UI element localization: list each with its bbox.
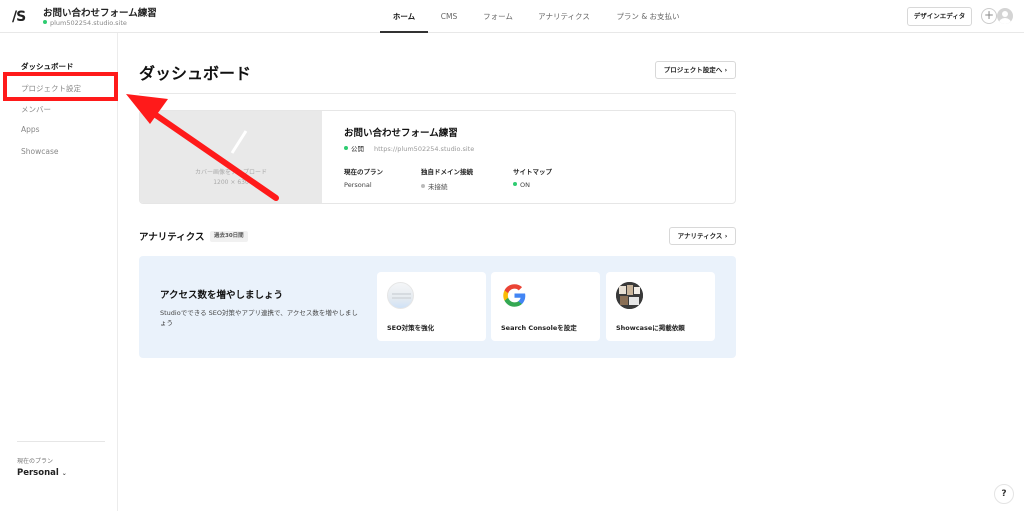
analytics-section-title: アナリティクス xyxy=(139,232,205,243)
chevron-right-icon: › xyxy=(724,232,728,240)
page-title: ダッシュボード xyxy=(139,64,252,83)
sidebar-item-dashboard[interactable]: ダッシュボード xyxy=(21,61,74,72)
search-console-card-label: Search Consoleを設定 xyxy=(501,324,577,332)
promo-description: Studioでできる SEO対策やアプリ連携で、アクセス数を増やしましょう xyxy=(160,309,358,327)
annotation-highlight-box xyxy=(3,72,118,101)
period-badge: 過去30日間 xyxy=(210,231,248,242)
info-label-domain: 独自ドメイン接続 xyxy=(421,168,473,176)
analytics-button[interactable]: アナリティクス › xyxy=(669,227,736,245)
seo-card-label: SEO対策を強化 xyxy=(387,324,435,332)
publish-status-label: 公開 xyxy=(351,145,364,153)
cover-upload-area[interactable]: カバー画像をアップロード 1200 × 630 xyxy=(140,111,322,203)
info-label-sitemap: サイトマップ xyxy=(513,168,552,176)
sidebar: ダッシュボード プロジェクト設定 メンバー Apps Showcase 現在のプ… xyxy=(0,33,118,511)
showcase-card-label: Showcaseに掲載依頼 xyxy=(616,324,685,332)
analytics-button-label: アナリティクス xyxy=(677,232,723,240)
status-dot-icon xyxy=(513,182,517,186)
plus-icon[interactable]: + xyxy=(981,8,997,24)
info-value-plan: Personal xyxy=(344,181,372,189)
studio-logo[interactable]: /S xyxy=(12,9,26,25)
showcase-icon xyxy=(616,282,643,309)
chevron-down-icon: ⌄ xyxy=(61,470,67,477)
sitemap-status-text: ON xyxy=(520,181,530,189)
project-title[interactable]: お問い合わせフォーム練習 xyxy=(43,5,157,19)
top-header: /S お問い合わせフォーム練習 ⌄ plum502254.studio.site… xyxy=(0,0,1024,33)
plan-selector[interactable]: Personal ⌄ xyxy=(17,468,67,478)
search-console-card[interactable]: Search Consoleを設定 xyxy=(491,272,600,341)
cover-upload-text: カバー画像をアップロード 1200 × 630 xyxy=(140,168,322,188)
status-dot-icon xyxy=(344,146,348,150)
publish-status: 公開 https://plum502254.studio.site xyxy=(344,143,474,153)
sidebar-item-apps[interactable]: Apps xyxy=(21,125,40,134)
cover-upload-label: カバー画像をアップロード xyxy=(194,169,267,176)
sidebar-item-showcase[interactable]: Showcase xyxy=(21,147,58,156)
sidebar-item-members[interactable]: メンバー xyxy=(21,104,51,115)
promo-panel: アクセス数を増やしましょう Studioでできる SEO対策やアプリ連携で、アク… xyxy=(139,256,736,358)
cover-placeholder-icon xyxy=(230,130,248,154)
plan-label: 現在のプラン xyxy=(17,458,54,465)
tab-cms[interactable]: CMS xyxy=(432,0,466,33)
domain-status-text: 未接続 xyxy=(428,183,448,191)
site-url-link[interactable]: https://plum502254.studio.site xyxy=(374,145,474,153)
plan-value: Personal xyxy=(17,468,59,478)
card-project-title: お問い合わせフォーム練習 xyxy=(344,128,458,139)
showcase-card[interactable]: Showcaseに掲載依頼 xyxy=(606,272,715,341)
chevron-down-icon[interactable]: ⌄ xyxy=(146,10,152,18)
google-icon xyxy=(503,284,526,307)
seo-card[interactable]: SEO対策を強化 xyxy=(377,272,486,341)
help-icon[interactable]: ? xyxy=(994,484,1014,504)
project-url: plum502254.studio.site xyxy=(43,19,127,27)
info-value-sitemap: ON xyxy=(513,181,530,189)
sidebar-divider xyxy=(17,441,105,442)
tab-home[interactable]: ホーム xyxy=(380,0,428,33)
tab-analytics[interactable]: アナリティクス xyxy=(530,0,598,33)
info-label-plan: 現在のプラン xyxy=(344,168,383,176)
tab-forms[interactable]: フォーム xyxy=(476,0,520,33)
avatar[interactable] xyxy=(997,8,1013,24)
project-url-text: plum502254.studio.site xyxy=(50,19,127,27)
status-dot-icon xyxy=(421,184,425,188)
cover-size-label: 1200 × 630 xyxy=(213,179,249,186)
tab-plan-billing[interactable]: プラン & お支払い xyxy=(608,0,688,33)
status-dot-icon xyxy=(43,20,47,24)
seo-icon xyxy=(387,282,414,309)
info-value-domain: 未接続 xyxy=(421,181,448,191)
promo-title: アクセス数を増やしましょう xyxy=(160,290,284,301)
project-settings-button-label: プロジェクト設定へ xyxy=(663,66,723,74)
project-settings-button[interactable]: プロジェクト設定へ › xyxy=(655,61,736,79)
title-divider xyxy=(139,93,736,94)
chevron-right-icon: › xyxy=(724,66,728,74)
design-editor-button[interactable]: デザインエディタ xyxy=(907,7,972,26)
project-card: カバー画像をアップロード 1200 × 630 お問い合わせフォーム練習 公開 h… xyxy=(139,110,736,204)
